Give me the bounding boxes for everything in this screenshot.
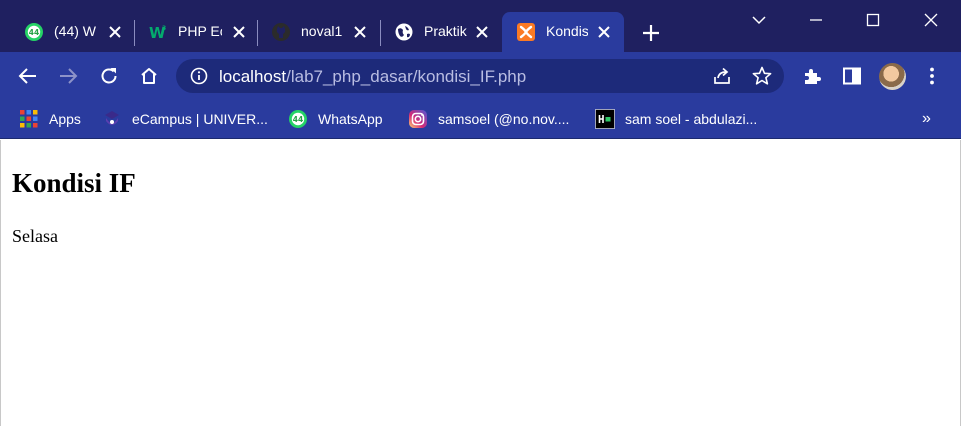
tab-github[interactable]: noval1	[259, 12, 379, 52]
tab-kondisi[interactable]: Kondis	[502, 12, 624, 52]
address-bar[interactable]: localhost/lab7_php_dasar/kondisi_IF.php	[176, 59, 784, 93]
bookmark-label: sam soel - abdulazi...	[625, 111, 758, 127]
bookmark-label: samsoel (@no.nov....	[438, 111, 570, 127]
side-panel-icon[interactable]	[841, 65, 863, 87]
minimize-icon[interactable]	[804, 8, 828, 32]
bookmark-whatsapp[interactable]: 44 WhatsApp	[288, 108, 383, 130]
extensions-puzzle-icon[interactable]	[801, 65, 823, 87]
share-icon[interactable]	[711, 65, 733, 87]
page-heading: Kondisi IF	[12, 168, 136, 198]
back-arrow-icon[interactable]	[17, 65, 39, 87]
url-path: /lab7_php_dasar/kondisi_IF.php	[286, 67, 527, 86]
close-icon[interactable]	[231, 24, 247, 40]
close-icon[interactable]	[596, 24, 612, 40]
tab-php-echo[interactable]: W 3 PHP Ec	[136, 12, 256, 52]
bookmark-label: WhatsApp	[318, 111, 383, 127]
bookmark-apps[interactable]: Apps	[19, 108, 81, 130]
url-text[interactable]: localhost/lab7_php_dasar/kondisi_IF.php	[219, 67, 526, 87]
whatsapp-icon: 44	[25, 23, 43, 41]
instagram-icon	[409, 110, 427, 128]
hackerrank-icon	[595, 109, 615, 129]
tab-whatsapp[interactable]: 44 (44) W	[12, 12, 132, 52]
bookmarks-overflow-chevron[interactable]: »	[922, 110, 931, 128]
new-tab-icon[interactable]	[640, 22, 662, 44]
svg-text:3: 3	[162, 25, 166, 32]
tab-separator	[380, 20, 381, 46]
window-close-icon[interactable]	[919, 8, 943, 32]
bookmark-star-icon[interactable]	[751, 65, 773, 87]
bookmark-hackerrank[interactable]: sam soel - abdulazi...	[595, 108, 757, 130]
home-icon[interactable]	[138, 65, 160, 87]
tab-separator	[134, 20, 135, 46]
browser-toolbar: localhost/lab7_php_dasar/kondisi_IF.php	[0, 52, 961, 100]
tab-strip: 44 (44) W W 3 PHP Ec noval1 Praktik Kond…	[0, 0, 961, 52]
close-icon[interactable]	[352, 24, 368, 40]
site-info-icon[interactable]	[190, 67, 208, 85]
globe-icon	[395, 23, 413, 41]
xampp-icon	[517, 23, 535, 41]
whatsapp-badge: 44	[29, 28, 39, 37]
bookmark-label: Apps	[49, 111, 81, 127]
github-icon	[272, 23, 290, 41]
profile-avatar[interactable]	[879, 63, 906, 90]
reload-icon[interactable]	[98, 65, 120, 87]
bookmark-instagram[interactable]: samsoel (@no.nov....	[408, 108, 569, 130]
page-text: Selasa	[12, 226, 58, 246]
close-icon[interactable]	[474, 24, 490, 40]
bookmarks-bar: Apps eCampus | UNIVER... 44 WhatsApp sam…	[0, 100, 961, 139]
url-host: localhost	[219, 67, 287, 86]
tab-title: (44) W	[54, 23, 96, 39]
whatsapp-icon: 44	[289, 110, 307, 128]
tab-title: noval1	[301, 23, 343, 39]
tab-separator	[257, 20, 258, 46]
close-icon[interactable]	[107, 24, 123, 40]
bookmark-ecampus[interactable]: eCampus | UNIVER...	[102, 108, 268, 130]
page-viewport: Kondisi IF Selasa	[0, 140, 961, 426]
tab-title: Praktik	[424, 23, 467, 39]
menu-kebab-icon[interactable]	[921, 65, 943, 87]
whatsapp-badge: 44	[293, 115, 303, 124]
university-icon	[105, 111, 119, 125]
forward-arrow-icon[interactable]	[57, 65, 79, 87]
maximize-icon[interactable]	[861, 8, 885, 32]
tab-praktikum[interactable]: Praktik	[382, 12, 500, 52]
tab-search-chevron-icon[interactable]	[747, 8, 771, 32]
tab-title: PHP Ec	[178, 23, 222, 39]
tab-title: Kondis	[546, 23, 588, 39]
w3schools-icon: W 3	[149, 24, 166, 42]
apps-grid-icon	[20, 110, 38, 128]
bookmark-label: eCampus | UNIVER...	[132, 111, 268, 127]
